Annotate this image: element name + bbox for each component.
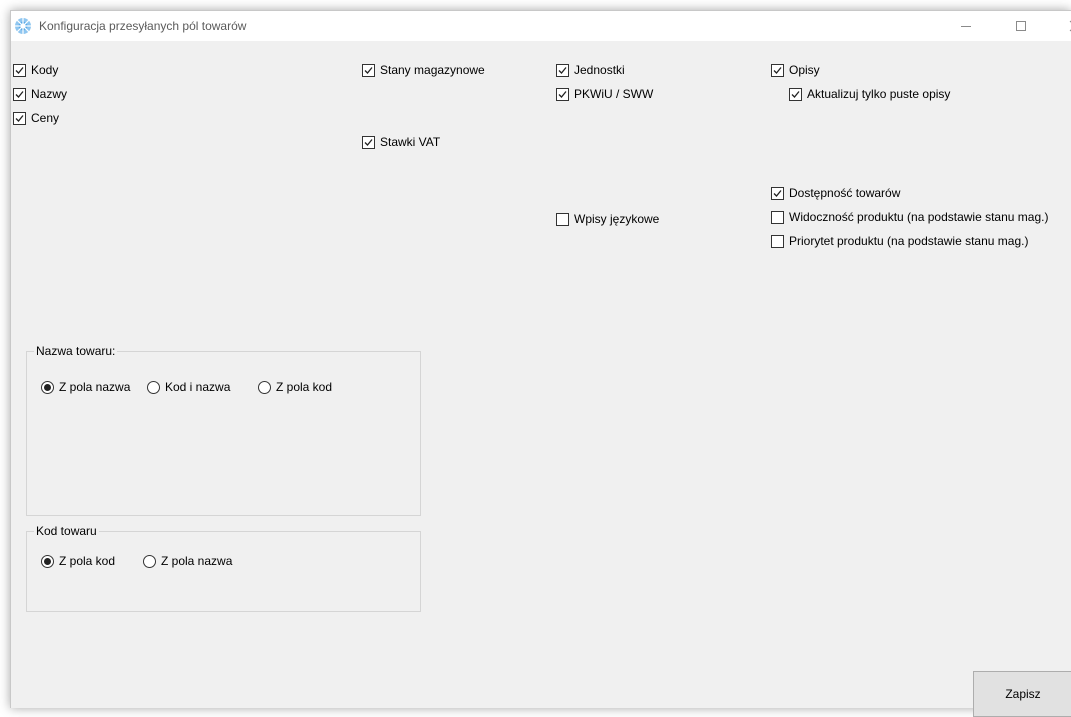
checkbox-box[interactable] [362, 135, 375, 149]
checkbox-pkwiu[interactable]: PKWiU / SWW [556, 87, 653, 101]
checkbox-box[interactable] [771, 210, 784, 224]
group-nazwa-towaru: Nazwa towaru: Z pola nazwa Kod i nazwa Z… [26, 344, 421, 516]
checkbox-box[interactable] [771, 234, 784, 248]
checkbox-label: Jednostki [574, 63, 625, 77]
checkbox-label: Opisy [789, 63, 820, 77]
checkbox-ceny[interactable]: Ceny [13, 111, 59, 125]
radio-button[interactable] [143, 554, 156, 568]
checkbox-widocznosc-produktu[interactable]: Widoczność produktu (na podstawie stanu … [771, 210, 1048, 224]
radio-kod-z-pola-nazwa[interactable]: Z pola nazwa [143, 554, 232, 568]
app-icon [15, 18, 31, 34]
close-button[interactable] [1052, 11, 1071, 41]
radio-nazwa-z-pola-kod[interactable]: Z pola kod [258, 380, 332, 394]
checkbox-label: Stany magazynowe [380, 63, 485, 77]
checkbox-label: Wpisy językowe [574, 212, 660, 226]
radio-button[interactable] [41, 554, 54, 568]
checkbox-aktualizuj-puste-opisy[interactable]: Aktualizuj tylko puste opisy [789, 87, 950, 101]
checkbox-box[interactable] [556, 212, 569, 226]
radio-label: Z pola kod [276, 380, 333, 394]
radio-button[interactable] [41, 380, 54, 394]
checkbox-box[interactable] [362, 63, 375, 77]
radio-button[interactable] [258, 380, 271, 394]
checkmark-icon [558, 90, 567, 98]
checkmark-icon [15, 114, 24, 122]
radio-button[interactable] [147, 380, 160, 394]
checkbox-opisy[interactable]: Opisy [771, 63, 820, 77]
radio-nazwa-kod-i-nazwa[interactable]: Kod i nazwa [147, 380, 230, 394]
radio-kod-z-pola-kod[interactable]: Z pola kod [41, 554, 115, 568]
checkbox-label: Kody [31, 63, 59, 77]
checkbox-label: PKWiU / SWW [574, 87, 654, 101]
group-title-kod-towaru: Kod towaru [34, 524, 99, 538]
checkbox-priorytet-produktu[interactable]: Priorytet produktu (na podstawie stanu m… [771, 234, 1028, 248]
checkbox-label: Stawki VAT [380, 135, 441, 149]
config-window: Konfiguracja przesyłanych pól towarów Ko… [10, 10, 1071, 717]
radio-dot [44, 557, 51, 565]
checkmark-icon [773, 189, 782, 197]
minimize-icon [961, 26, 971, 27]
checkbox-stany-magazynowe[interactable]: Stany magazynowe [362, 63, 485, 77]
maximize-button[interactable] [998, 11, 1044, 41]
checkmark-icon [558, 66, 567, 74]
radio-label: Z pola nazwa [161, 554, 233, 568]
checkbox-box[interactable] [13, 63, 26, 77]
radio-label: Kod i nazwa [165, 380, 231, 394]
checkmark-icon [364, 138, 373, 146]
checkmark-icon [791, 90, 800, 98]
checkbox-jednostki[interactable]: Jednostki [556, 63, 625, 77]
checkbox-box[interactable] [771, 186, 784, 200]
radio-label: Z pola nazwa [59, 380, 131, 394]
checkbox-label: Dostępność towarów [789, 186, 901, 200]
radio-label: Z pola kod [59, 554, 116, 568]
checkmark-icon [773, 66, 782, 74]
window-title: Konfiguracja przesyłanych pól towarów [39, 19, 247, 33]
checkbox-wpisy-jezykowe[interactable]: Wpisy językowe [556, 212, 659, 226]
maximize-icon [1016, 21, 1026, 31]
checkbox-dostepnosc-towarow[interactable]: Dostępność towarów [771, 186, 900, 200]
minimize-button[interactable] [943, 11, 989, 41]
checkbox-box[interactable] [556, 87, 569, 101]
checkbox-nazwy[interactable]: Nazwy [13, 87, 67, 101]
checkbox-kody[interactable]: Kody [13, 63, 58, 77]
radio-dot [44, 383, 51, 391]
radio-nazwa-z-pola-nazwa[interactable]: Z pola nazwa [41, 380, 130, 394]
checkbox-label: Widoczność produktu (na podstawie stanu … [789, 210, 1049, 224]
checkbox-box[interactable] [789, 87, 802, 101]
checkmark-icon [15, 90, 24, 98]
checkbox-label: Nazwy [31, 87, 68, 101]
save-button[interactable]: Zapisz [973, 671, 1071, 717]
checkbox-box[interactable] [556, 63, 569, 77]
checkmark-icon [15, 66, 24, 74]
checkbox-label: Aktualizuj tylko puste opisy [807, 87, 951, 101]
checkmark-icon [364, 66, 373, 74]
title-bar[interactable]: Konfiguracja przesyłanych pól towarów [11, 11, 1071, 41]
checkbox-box[interactable] [13, 111, 26, 125]
checkbox-stawki-vat[interactable]: Stawki VAT [362, 135, 440, 149]
group-title-nazwa-towaru: Nazwa towaru: [34, 344, 118, 358]
checkbox-box[interactable] [771, 63, 784, 77]
checkbox-label: Priorytet produktu (na podstawie stanu m… [789, 234, 1029, 248]
checkbox-label: Ceny [31, 111, 60, 125]
checkbox-box[interactable] [13, 87, 26, 101]
group-kod-towaru: Kod towaru Z pola kod Z pola nazwa [26, 524, 421, 612]
